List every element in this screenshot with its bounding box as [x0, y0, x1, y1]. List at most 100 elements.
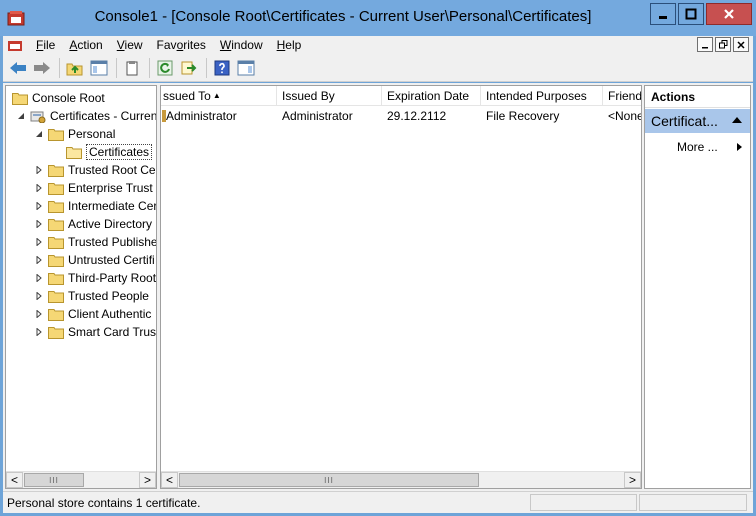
table-row[interactable]: Administrator Administrator 29.12.2112 F…: [161, 107, 641, 125]
collapsed-arrow-icon[interactable]: [34, 291, 44, 301]
restore-icon: [718, 40, 727, 49]
menu-favorites[interactable]: Favorites: [150, 38, 213, 52]
collapsed-arrow-icon[interactable]: [34, 273, 44, 283]
status-panel: [639, 494, 747, 511]
actions-pane: Actions Certificat... More ...: [644, 85, 751, 489]
column-label: ssued To: [163, 89, 211, 103]
tree-item-label: Certificates: [86, 144, 153, 160]
collapsed-arrow-icon[interactable]: [34, 327, 44, 337]
tree-item-store[interactable]: Smart Card Trus: [34, 323, 156, 341]
menu-window[interactable]: Window: [213, 38, 270, 52]
toolbar-separator: [59, 57, 60, 78]
folder-icon: [48, 218, 64, 231]
close-button[interactable]: [706, 3, 752, 25]
collapsed-arrow-icon[interactable]: [34, 309, 44, 319]
column-label: Intended Purposes: [486, 89, 587, 103]
collapsed-arrow-icon[interactable]: [34, 183, 44, 193]
grip-icon: III: [324, 475, 334, 485]
collapsed-arrow-icon[interactable]: [34, 219, 44, 229]
actions-more-item[interactable]: More ...: [645, 138, 750, 156]
tree-item-store[interactable]: Intermediate Cer: [34, 197, 156, 215]
show-hide-tree-button[interactable]: [88, 57, 110, 79]
result-list: ssued To ▲ Issued By Expiration Date Inte…: [160, 85, 642, 489]
column-issued-to[interactable]: ssued To ▲: [161, 86, 277, 106]
scroll-right-button[interactable]: >: [139, 472, 156, 488]
status-text: Personal store contains 1 certificate.: [7, 496, 201, 510]
forward-button[interactable]: [31, 57, 53, 79]
tree-item-store[interactable]: Untrusted Certifi: [34, 251, 155, 269]
tree-item-label: Untrusted Certifi: [68, 253, 155, 267]
mdi-minimize-button[interactable]: [697, 37, 713, 52]
menu-action[interactable]: Action: [62, 38, 109, 52]
tree-item-label: Third-Party Root: [68, 271, 157, 285]
menu-view[interactable]: View: [110, 38, 150, 52]
expanded-arrow-icon[interactable]: [34, 129, 44, 139]
folder-icon: [48, 182, 64, 195]
export-list-button[interactable]: [178, 57, 200, 79]
chevron-right-icon: >: [143, 473, 151, 487]
list-horizontal-scrollbar[interactable]: < III >: [161, 471, 641, 488]
tree-item-store[interactable]: Enterprise Trust: [34, 179, 153, 197]
up-one-level-button[interactable]: [64, 57, 86, 79]
column-expiration-date[interactable]: Expiration Date: [382, 86, 481, 106]
tree-item-certificates-snapin[interactable]: Certificates - Curren: [16, 107, 156, 125]
tree-item-personal[interactable]: Personal: [34, 125, 115, 143]
tree-item-console-root[interactable]: Console Root: [12, 89, 105, 107]
console-menu-icon[interactable]: [7, 38, 23, 52]
tree-horizontal-scrollbar[interactable]: < III >: [6, 471, 156, 488]
tree-item-store[interactable]: Trusted People: [34, 287, 149, 305]
cell-issued-by: Administrator: [282, 109, 353, 123]
folder-icon: [48, 272, 64, 285]
scroll-right-button[interactable]: >: [624, 472, 641, 488]
expanded-arrow-icon[interactable]: [16, 111, 26, 121]
actions-group-certificates[interactable]: Certificat...: [645, 109, 750, 133]
list-header: ssued To ▲ Issued By Expiration Date Inte…: [161, 86, 642, 106]
column-friendly-name[interactable]: Friend: [603, 86, 642, 106]
collapsed-arrow-icon[interactable]: [34, 237, 44, 247]
scroll-thumb[interactable]: III: [179, 473, 479, 487]
actions-item-label: More ...: [677, 140, 718, 154]
tree-item-personal-certificates[interactable]: Certificates: [66, 143, 153, 161]
collapsed-arrow-icon[interactable]: [34, 165, 44, 175]
status-bar: Personal store contains 1 certificate.: [3, 491, 753, 513]
scroll-left-button[interactable]: <: [6, 472, 23, 488]
minimize-button[interactable]: [650, 3, 676, 25]
menu-help[interactable]: Help: [270, 38, 309, 52]
tree-item-store[interactable]: Trusted Publishe: [34, 233, 156, 251]
collapsed-arrow-icon[interactable]: [34, 201, 44, 211]
forward-arrow-icon: [34, 61, 50, 74]
folder-icon: [48, 236, 64, 249]
actions-title: Actions: [645, 86, 750, 108]
tree-item-label: Personal: [68, 127, 116, 141]
maximize-button[interactable]: [678, 3, 704, 25]
tree-item-label: Smart Card Trus: [68, 325, 157, 339]
tree-item-label: Trusted People: [68, 289, 149, 303]
chevron-left-icon: <: [165, 473, 173, 487]
scroll-left-button[interactable]: <: [161, 472, 178, 488]
menu-file[interactable]: File: [29, 38, 62, 52]
help-button[interactable]: [211, 57, 233, 79]
menu-favorites-pre: Fav: [156, 38, 177, 52]
menu-help-label: elp: [285, 38, 302, 52]
back-button[interactable]: [7, 57, 29, 79]
tree-item-store[interactable]: Client Authentic: [34, 305, 151, 323]
column-issued-by[interactable]: Issued By: [277, 86, 382, 106]
collapse-arrow-icon[interactable]: [732, 117, 742, 123]
scroll-thumb[interactable]: III: [24, 473, 84, 487]
tree-item-label: Client Authentic: [68, 307, 152, 321]
menu-view-accel: V: [116, 38, 125, 52]
tree-item-store[interactable]: Active Directory: [34, 215, 152, 233]
show-hide-action-pane-button[interactable]: [235, 57, 257, 79]
column-intended-purposes[interactable]: Intended Purposes: [481, 86, 603, 106]
mdi-close-button[interactable]: [733, 37, 749, 52]
toolbar-separator: [149, 57, 150, 78]
help-icon: [214, 60, 230, 75]
folder-icon: [12, 92, 28, 105]
tree-item-store[interactable]: Trusted Root Ce: [34, 161, 156, 179]
collapsed-arrow-icon[interactable]: [34, 255, 44, 265]
tree-item-store[interactable]: Third-Party Root: [34, 269, 156, 287]
mdi-restore-button[interactable]: [715, 37, 731, 52]
column-label: Friend: [608, 89, 642, 103]
copy-button[interactable]: [121, 57, 143, 79]
refresh-button[interactable]: [154, 57, 176, 79]
